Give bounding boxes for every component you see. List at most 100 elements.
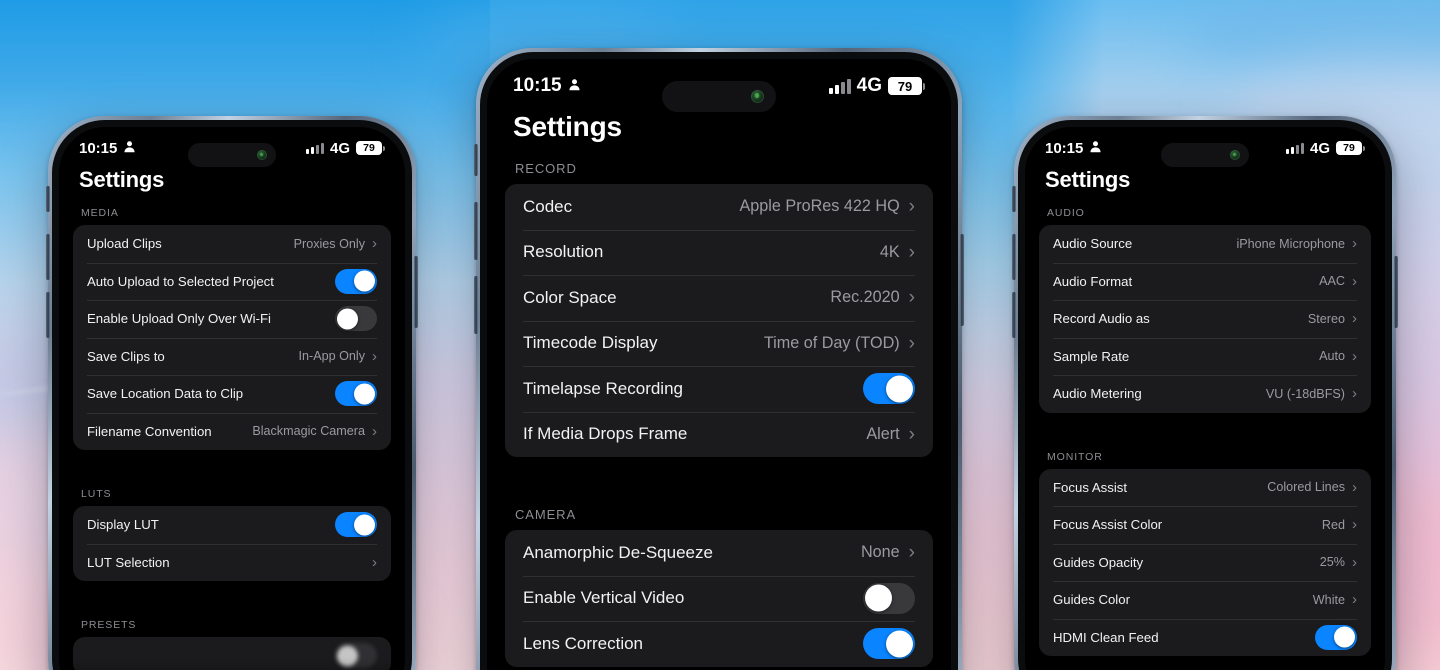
- row-control: [1315, 624, 1357, 650]
- battery-cap: [923, 82, 925, 90]
- table-row[interactable]: Guides Opacity 25% ›: [1039, 543, 1371, 582]
- table-row[interactable]: Enable Upload Only Over Wi-Fi: [73, 300, 391, 338]
- settings-scroll-area[interactable]: 10:15 4G 79 Settings AUDIO Audio Source iPhone…: [1025, 127, 1385, 670]
- row-label: Save Clips to: [87, 348, 165, 364]
- table-row[interactable]: Filename Convention Blackmagic Camera ›: [73, 412, 391, 451]
- toggle-knob: [886, 375, 913, 403]
- status-bar-time: 10:15: [79, 139, 118, 157]
- signal-bars-icon: [828, 78, 851, 94]
- row-value: VU (-18dBFS): [1265, 386, 1345, 401]
- toggle-switch[interactable]: [335, 381, 377, 407]
- table-row[interactable]: Timecode Display Time of Day (TOD) ›: [505, 320, 933, 367]
- volume-up-button[interactable]: [474, 202, 478, 260]
- row-label: Resolution: [523, 242, 604, 262]
- battery-level-label: 79: [888, 77, 922, 95]
- row-label: Color Space: [523, 287, 617, 307]
- table-row[interactable]: Color Space Rec.2020 ›: [505, 275, 933, 321]
- power-button[interactable]: [414, 256, 418, 328]
- chevron-right-icon: ›: [1352, 272, 1357, 290]
- status-bar-right: 4G 79: [828, 75, 925, 97]
- table-row[interactable]: Enable Vertical Video: [505, 575, 933, 622]
- toggle-switch[interactable]: [1315, 624, 1357, 650]
- chevron-right-icon: ›: [1352, 385, 1357, 403]
- chevron-right-icon: ›: [1352, 235, 1357, 253]
- table-row[interactable]: Audio Metering VU (-18dBFS) ›: [1039, 375, 1371, 413]
- table-row[interactable]: Audio Format AAC ›: [1039, 262, 1371, 301]
- person-icon: [1089, 140, 1102, 157]
- action-button[interactable]: [1012, 186, 1016, 212]
- table-row[interactable]: Focus Assist Colored Lines ›: [1039, 469, 1371, 507]
- row-label: Audio Metering: [1053, 386, 1142, 402]
- toggle-switch[interactable]: [335, 306, 377, 332]
- row-value: Auto: [1319, 349, 1345, 364]
- status-bar-time: 10:15: [513, 75, 562, 96]
- settings-group: Upload Clips Proxies Only › Auto Upload to …: [73, 225, 391, 450]
- toggle-switch[interactable]: [863, 373, 915, 405]
- phone-right: 10:15 4G 79 Settings AUDIO Audio Source iPhone…: [1012, 116, 1398, 670]
- volume-up-button[interactable]: [1012, 234, 1016, 280]
- table-row[interactable]: HDMI Clean Feed: [1039, 618, 1371, 657]
- toggle-switch[interactable]: [335, 643, 377, 669]
- toggle-knob: [1334, 626, 1355, 648]
- status-bar-right: 4G 79: [305, 140, 385, 157]
- volume-down-button[interactable]: [474, 276, 478, 334]
- table-row[interactable]: Guides Color White ›: [1039, 581, 1371, 619]
- table-row[interactable]: Save Clips to In-App Only ›: [73, 337, 391, 376]
- toggle-switch[interactable]: [863, 628, 915, 660]
- volume-up-button[interactable]: [46, 234, 50, 280]
- row-label: Display LUT: [87, 517, 159, 533]
- row-control: Proxies Only ›: [294, 236, 377, 251]
- toggle-switch[interactable]: [335, 512, 377, 538]
- battery-cap: [1363, 145, 1365, 151]
- settings-scroll-area[interactable]: 10:15 4G 79 Settings RECORD Codec Apple ProRes…: [487, 59, 951, 670]
- toggle-switch[interactable]: [863, 582, 915, 614]
- table-row[interactable]: Anamorphic De-Squeeze None ›: [505, 530, 933, 576]
- row-value: 4K: [879, 242, 900, 261]
- phone-left: 10:15 4G 79 Settings MEDIA Upload Clips Proxie…: [46, 116, 418, 670]
- table-row[interactable]: Display LUT: [73, 506, 391, 544]
- table-row[interactable]: Focus Assist Color Red ›: [1039, 506, 1371, 544]
- section-header: RECORD: [515, 161, 577, 176]
- table-row[interactable]: Auto Upload to Selected Project: [73, 262, 391, 301]
- row-label: Save Location Data to Clip: [87, 386, 244, 402]
- chevron-right-icon: ›: [1352, 553, 1357, 571]
- table-row[interactable]: Upload Clips Proxies Only ›: [73, 225, 391, 263]
- table-row[interactable]: Audio Source iPhone Microphone ›: [1039, 225, 1371, 263]
- table-row[interactable]: Save Location Data to Clip: [73, 375, 391, 413]
- row-value: iPhone Microphone: [1236, 236, 1345, 251]
- row-label: Guides Color: [1053, 592, 1130, 608]
- section-header: CAMERA: [515, 507, 577, 522]
- toggle-switch[interactable]: [335, 268, 377, 294]
- row-control: Red ›: [1322, 517, 1357, 532]
- row-control: VU (-18dBFS) ›: [1266, 386, 1357, 401]
- action-button[interactable]: [46, 186, 50, 212]
- table-row[interactable]: Timelapse Recording: [505, 366, 933, 412]
- row-control: None ›: [861, 543, 915, 562]
- table-row[interactable]: Codec Apple ProRes 422 HQ ›: [505, 184, 933, 230]
- table-row[interactable]: Record Audio as Stereo ›: [1039, 300, 1371, 338]
- settings-scroll-area[interactable]: 10:15 4G 79 Settings MEDIA Upload Clips Proxie…: [59, 127, 405, 670]
- volume-down-button[interactable]: [1012, 292, 1016, 338]
- chevron-right-icon: ›: [908, 241, 915, 263]
- section-header: LUTS: [81, 488, 112, 500]
- table-row[interactable]: Lens Correction: [505, 621, 933, 667]
- volume-down-button[interactable]: [46, 292, 50, 338]
- row-label: Codec: [523, 196, 573, 216]
- row-value: Stereo: [1307, 311, 1345, 326]
- row-label: Focus Assist: [1053, 479, 1128, 495]
- chevron-right-icon: ›: [1352, 591, 1357, 609]
- phone-right-screen: 10:15 4G 79 Settings AUDIO Audio Source iPhone…: [1025, 127, 1385, 670]
- section-header: MEDIA: [81, 207, 119, 219]
- table-row[interactable]: LUT Selection ›: [73, 543, 391, 582]
- table-row[interactable]: [73, 637, 391, 670]
- row-control: Time of Day (TOD) ›: [764, 334, 915, 353]
- action-button[interactable]: [474, 144, 478, 176]
- power-button[interactable]: [1394, 256, 1398, 328]
- row-value: Rec.2020: [830, 288, 900, 307]
- chevron-right-icon: ›: [908, 542, 915, 564]
- power-button[interactable]: [960, 234, 964, 326]
- table-row[interactable]: Sample Rate Auto ›: [1039, 337, 1371, 376]
- table-row[interactable]: Resolution 4K ›: [505, 229, 933, 276]
- table-row[interactable]: If Media Drops Frame Alert ›: [505, 411, 933, 458]
